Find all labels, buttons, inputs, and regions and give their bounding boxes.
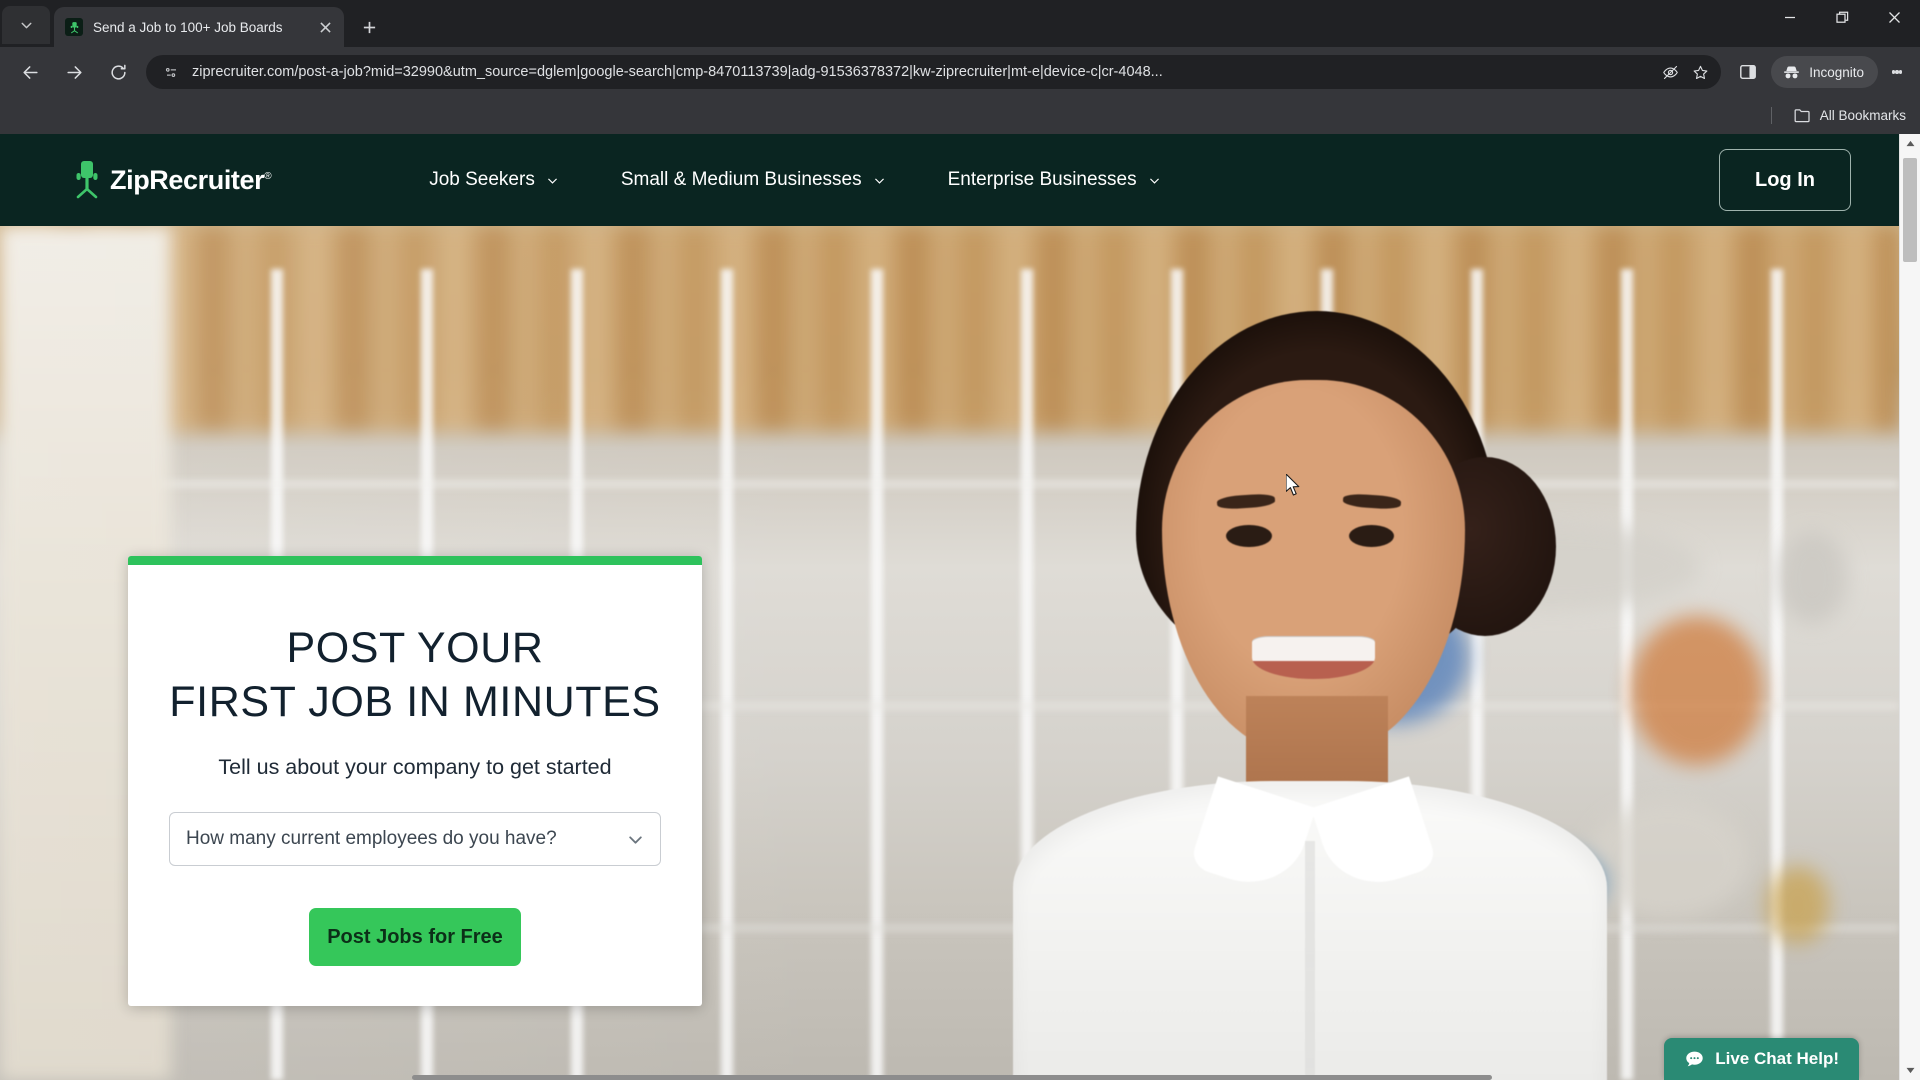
maximize-icon[interactable]: [1816, 0, 1868, 34]
omnibox-actions: [1655, 57, 1715, 87]
ziprecruiter-logo[interactable]: ZipRecruiter®: [72, 161, 272, 199]
web-page: ZipRecruiter® Job Seekers Small & Medium…: [0, 134, 1899, 1080]
scroll-up-arrow-icon[interactable]: [1900, 134, 1920, 153]
live-chat-widget[interactable]: Live Chat Help!: [1664, 1038, 1859, 1080]
forward-button[interactable]: [57, 55, 91, 89]
chevron-down-icon: [874, 177, 884, 184]
divider: [1770, 107, 1772, 124]
browser-window: Send a Job to 100+ Job Boards ziprecruit…: [0, 0, 1920, 1080]
browser-toolbar: ziprecruiter.com/post-a-job?mid=32990&ut…: [0, 47, 1920, 97]
tab-title: Send a Job to 100+ Job Boards: [93, 19, 283, 35]
minimize-icon[interactable]: [1764, 0, 1816, 34]
close-window-icon[interactable]: [1868, 0, 1920, 34]
horizontal-scrollbar[interactable]: [412, 1075, 1492, 1080]
green-office-chair-icon: [76, 161, 98, 199]
post-jobs-for-free-button[interactable]: Post Jobs for Free: [309, 908, 521, 967]
tab-strip: Send a Job to 100+ Job Boards: [0, 0, 1920, 47]
card-accent-bar: [128, 556, 702, 565]
nav-label: Job Seekers: [429, 169, 535, 190]
hero-section: POST YOUR FIRST JOB IN MINUTES Tell us a…: [0, 226, 1899, 1080]
nav-label: Enterprise Businesses: [947, 169, 1137, 190]
url-text: ziprecruiter.com/post-a-job?mid=32990&ut…: [192, 64, 1163, 80]
ziprecruiter-wordmark: ZipRecruiter®: [110, 164, 272, 195]
tracking-protection-eye-slash-icon[interactable]: [1655, 57, 1685, 87]
chrome-menu-button[interactable]: [1882, 55, 1912, 89]
site-header: ZipRecruiter® Job Seekers Small & Medium…: [0, 134, 1899, 226]
toolbar-right: Incognito: [1729, 55, 1912, 89]
heading-line-1: POST YOUR: [286, 624, 544, 672]
profile-incognito-button[interactable]: Incognito: [1771, 56, 1878, 88]
nav-item-job-seekers[interactable]: Job Seekers: [429, 169, 559, 191]
incognito-label: Incognito: [1809, 64, 1864, 80]
incognito-icon: [1784, 65, 1800, 78]
live-chat-label: Live Chat Help!: [1715, 1049, 1839, 1068]
site-nav: Job Seekers Small & Medium Businesses En…: [429, 169, 1222, 191]
reload-button[interactable]: [101, 55, 135, 89]
page-scrollbar[interactable]: [1899, 134, 1920, 1080]
all-bookmarks-button[interactable]: All Bookmarks: [1794, 108, 1906, 123]
post-job-card: POST YOUR FIRST JOB IN MINUTES Tell us a…: [128, 556, 702, 1007]
all-bookmarks-label: All Bookmarks: [1819, 108, 1906, 123]
tab-search-button[interactable]: [2, 6, 50, 44]
nav-item-enterprise-businesses[interactable]: Enterprise Businesses: [948, 169, 1161, 191]
close-icon[interactable]: [314, 16, 336, 38]
nav-item-small-medium-businesses[interactable]: Small & Medium Businesses: [621, 169, 886, 191]
ziprecruiter-chair-icon: [65, 18, 83, 36]
browser-tab[interactable]: Send a Job to 100+ Job Boards: [54, 7, 344, 47]
card-subheading: Tell us about your company to get starte…: [218, 755, 612, 780]
select-value: How many current employees do you have?: [186, 828, 557, 850]
chevron-down-icon: [1149, 177, 1159, 184]
scrollbar-thumb[interactable]: [1903, 158, 1917, 262]
trademark: ®: [264, 170, 272, 182]
address-bar[interactable]: ziprecruiter.com/post-a-job?mid=32990&ut…: [146, 55, 1722, 89]
window-controls: [1764, 0, 1920, 47]
employee-count-select[interactable]: How many current employees do you have?: [169, 812, 661, 867]
side-panel-icon[interactable]: [1731, 55, 1765, 89]
heading-line-2: FIRST JOB IN MINUTES: [169, 678, 661, 727]
chat-bubble-icon: [1686, 1051, 1703, 1066]
page-viewport: ZipRecruiter® Job Seekers Small & Medium…: [0, 134, 1920, 1080]
nav-label: Small & Medium Businesses: [620, 169, 862, 190]
scroll-down-arrow-icon[interactable]: [1900, 1061, 1920, 1080]
page-title: POST YOUR FIRST JOB IN MINUTES: [128, 621, 702, 729]
login-button[interactable]: Log In: [1719, 149, 1851, 211]
chevron-down-icon: [547, 177, 557, 184]
folder-icon: [1794, 109, 1810, 123]
bookmark-star-icon[interactable]: [1685, 57, 1715, 87]
new-tab-button[interactable]: [354, 12, 384, 42]
back-button[interactable]: [13, 55, 47, 89]
site-settings-icon[interactable]: [160, 61, 182, 83]
bookmarks-bar: All Bookmarks: [0, 97, 1920, 134]
chevron-down-icon: [629, 836, 642, 844]
